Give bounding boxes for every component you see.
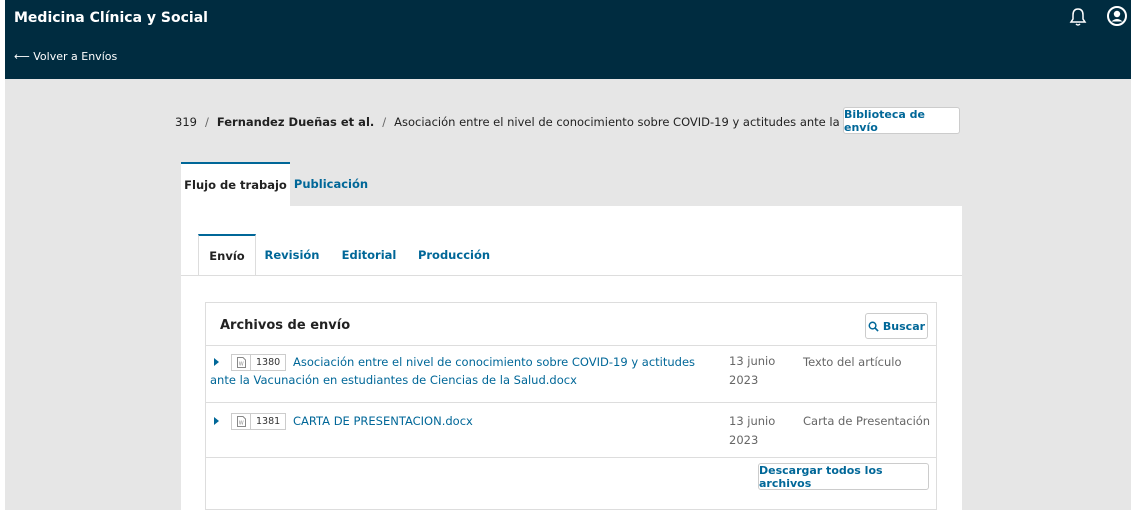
tabs-divider — [181, 275, 962, 276]
search-button-label: Buscar — [882, 319, 926, 333]
file-id-box: W 1381 — [231, 413, 287, 430]
file-name-link[interactable]: Asociación entre el nivel de conocimient… — [210, 353, 710, 389]
file-icon: W — [232, 414, 251, 429]
file-id: 1381 — [256, 416, 281, 427]
top-bar: Medicina Clínica y Social ⟵ Volver a Env… — [5, 0, 1131, 79]
panel-title: Archivos de envío — [220, 318, 351, 333]
tab-submission[interactable]: Envío — [198, 234, 256, 276]
svg-text:W: W — [238, 421, 243, 427]
file-type: Texto del artículo — [803, 355, 902, 369]
tab-publication[interactable]: Publicación — [290, 162, 372, 206]
tab-production[interactable]: Producción — [415, 234, 493, 276]
file-date: 13 junio 2023 — [729, 414, 776, 447]
file-row: W 1380 Asociación entre el nivel de cono… — [206, 345, 936, 402]
site-title[interactable]: Medicina Clínica y Social — [14, 10, 208, 26]
download-all-button[interactable]: Descargar todos los archivos — [758, 463, 929, 490]
file-date: 13 junio 2023 — [729, 354, 776, 387]
bell-icon[interactable] — [1067, 6, 1089, 28]
page-content: 319 / Fernandez Dueñas et al. / Asociación e… — [5, 79, 1131, 510]
workflow-panel: Envío Revisión Editorial Producción Arch… — [181, 206, 962, 510]
breadcrumb-separator: / — [382, 115, 387, 129]
tab-review[interactable]: Revisión — [261, 234, 323, 276]
file-name-link[interactable]: CARTA DE PRESENTACION.docx — [293, 412, 473, 430]
expand-caret-icon[interactable] — [214, 417, 219, 425]
user-icon[interactable] — [1106, 5, 1128, 27]
tab-workflow[interactable]: Flujo de trabajo — [181, 162, 290, 206]
submission-id: 319 — [175, 115, 197, 129]
row-divider — [206, 457, 936, 458]
submission-files-panel: Archivos de envío Buscar W 1380 Asociaci… — [205, 302, 937, 510]
tab-editorial[interactable]: Editorial — [336, 234, 402, 276]
search-icon — [868, 321, 879, 332]
breadcrumb-separator: / — [204, 115, 209, 129]
breadcrumb: 319 / Fernandez Dueñas et al. / Asociación e… — [175, 115, 909, 129]
submission-library-button[interactable]: Biblioteca de envío — [843, 107, 960, 134]
file-row: W 1381 CARTA DE PRESENTACION.docx 13 jun… — [206, 402, 936, 457]
back-to-submissions-link[interactable]: ⟵ Volver a Envíos — [14, 50, 117, 63]
search-button[interactable]: Buscar — [865, 313, 928, 339]
submission-title: Asociación entre el nivel de conocimient… — [394, 115, 910, 129]
submission-authors: Fernandez Dueñas et al. — [216, 115, 375, 129]
file-type: Carta de Presentación — [803, 414, 931, 428]
